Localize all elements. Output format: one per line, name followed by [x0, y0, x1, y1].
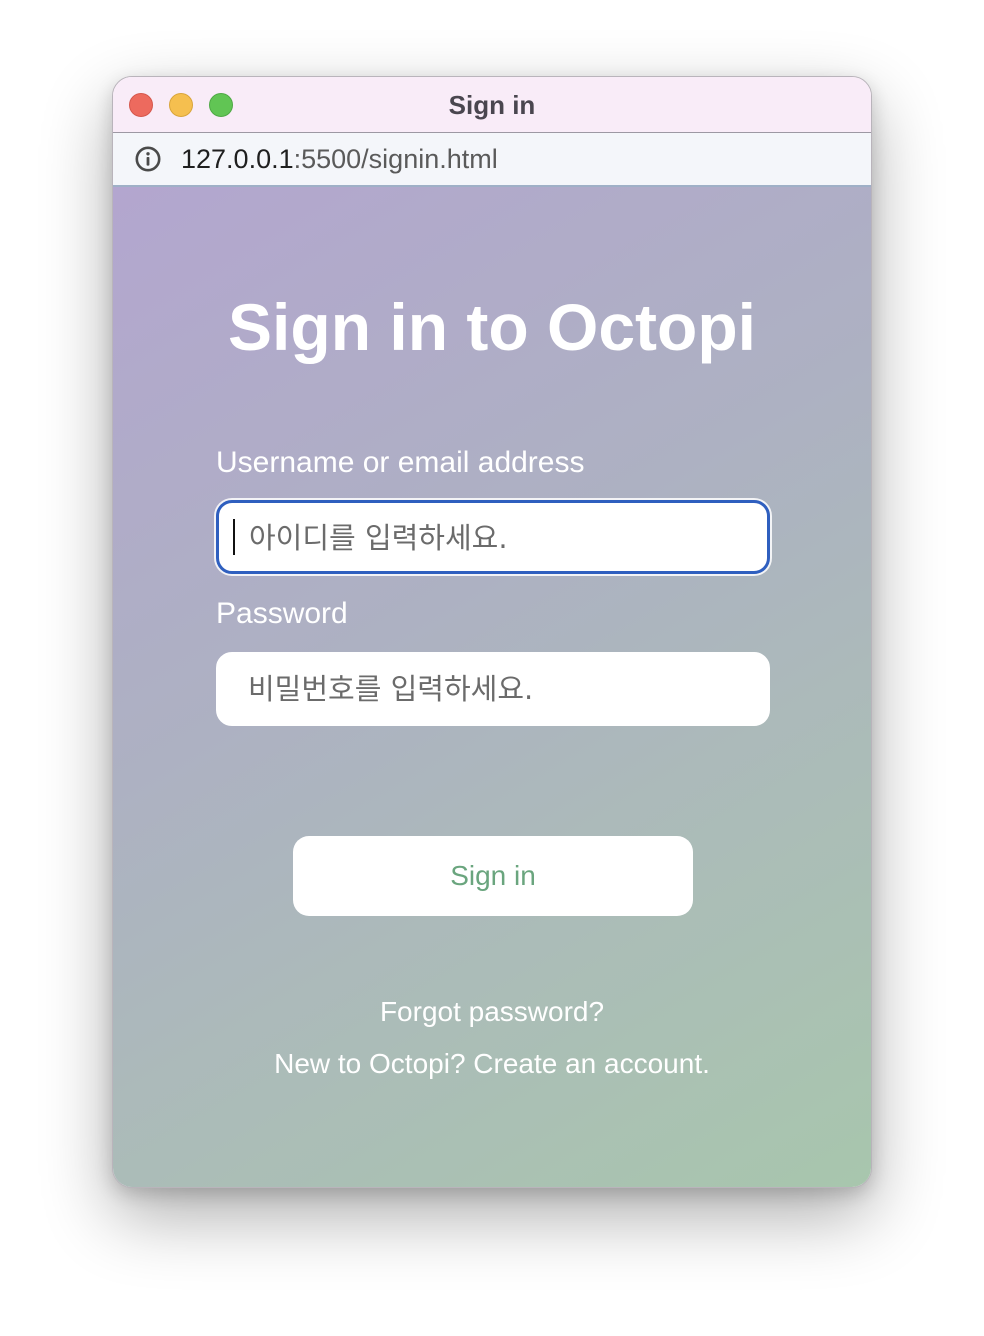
browser-window: Sign in 127.0.0.1:5500/signin.html Sign … [112, 76, 872, 1188]
address-bar[interactable]: 127.0.0.1:5500/signin.html [113, 133, 871, 187]
url-text[interactable]: 127.0.0.1:5500/signin.html [181, 133, 498, 185]
sign-in-button[interactable]: Sign in [293, 836, 693, 916]
password-label: Password [216, 597, 348, 630]
username-input[interactable]: 아이디를 입력하세요. [216, 500, 770, 574]
username-placeholder: 아이디를 입력하세요. [249, 521, 508, 555]
text-caret [233, 519, 235, 555]
title-bar[interactable]: Sign in [113, 77, 871, 133]
url-host: 127.0.0.1 [181, 144, 294, 174]
forgot-password-link[interactable]: Forgot password? [113, 995, 871, 1029]
window-title: Sign in [448, 90, 536, 120]
url-path: :5500/signin.html [293, 144, 498, 174]
username-label: Username or email address [216, 446, 585, 479]
page-title: Sign in to Octopi [228, 290, 756, 364]
page-content: Sign in to Octopi Username or email addr… [113, 187, 871, 1187]
password-input[interactable]: 비밀번호를 입력하세요. [216, 652, 770, 726]
create-account-link[interactable]: New to Octopi? Create an account. [113, 1047, 871, 1081]
password-placeholder: 비밀번호를 입력하세요. [248, 672, 534, 706]
info-icon[interactable] [135, 146, 161, 172]
